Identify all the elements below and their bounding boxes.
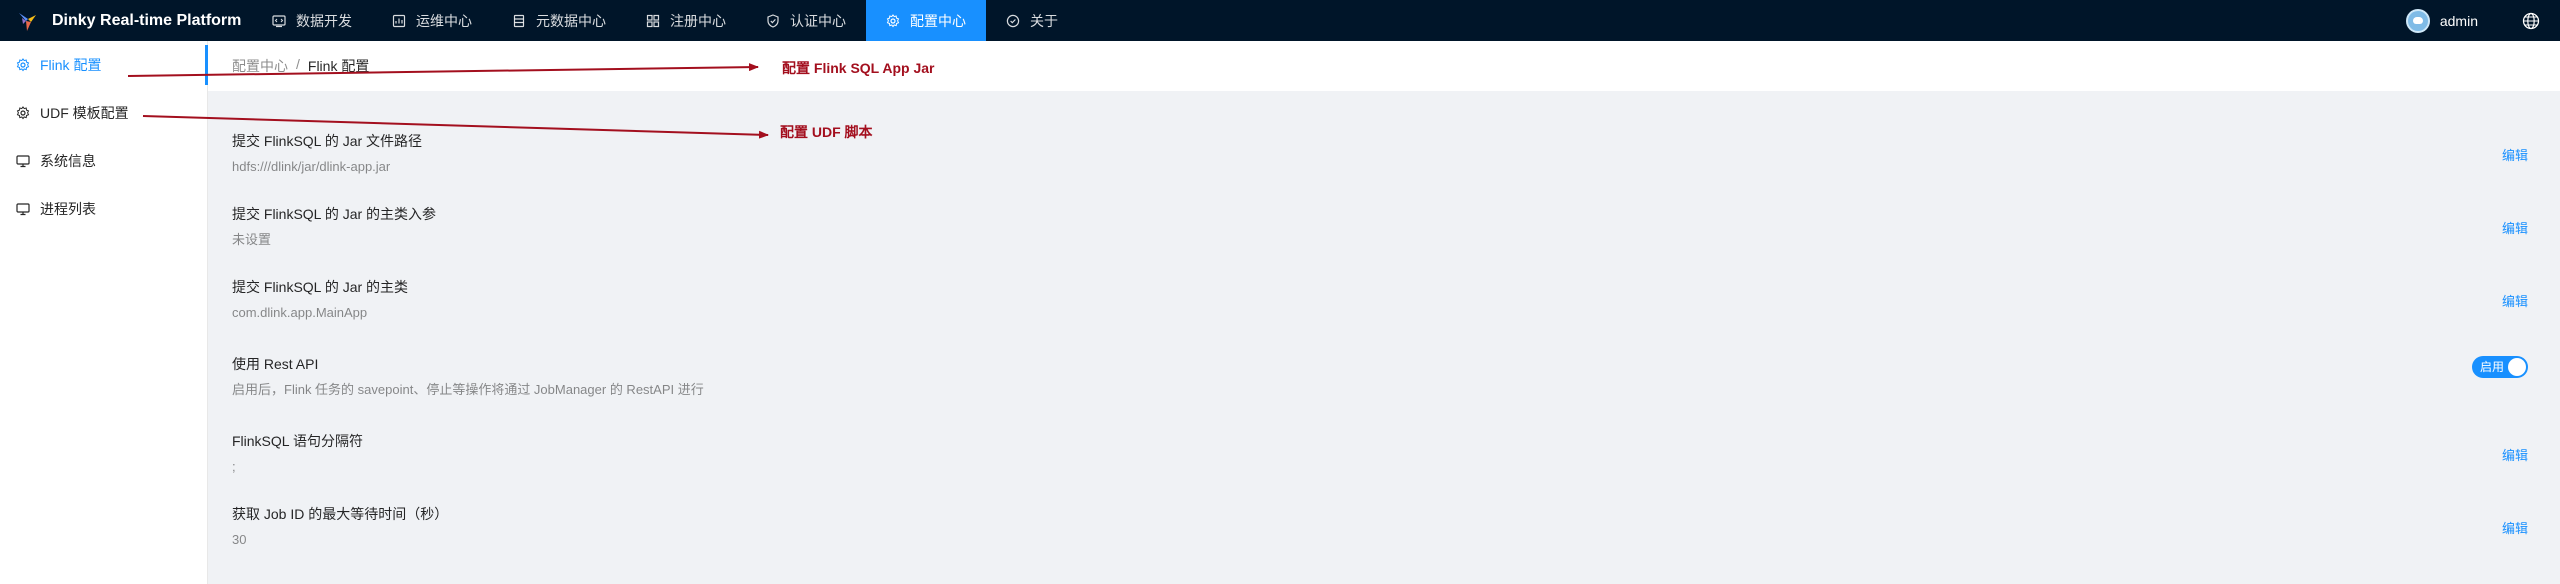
breadcrumb: 配置中心 / Flink 配置 <box>208 41 2560 91</box>
monitor-icon <box>16 203 30 216</box>
setting-description: 启用后，Flink 任务的 savepoint、停止等操作将通过 JobMana… <box>232 382 704 397</box>
nav-item-label: 关于 <box>1030 12 1058 29</box>
setting-title: 提交 FlinkSQL 的 Jar 的主类 <box>232 279 409 295</box>
gear-icon <box>886 13 900 27</box>
app-logo[interactable]: Dinky Real-time Platform <box>0 0 252 41</box>
toggle-knob <box>2508 358 2526 376</box>
nav-item-label: 注册中心 <box>670 12 726 29</box>
hummingbird-logo-icon <box>19 12 36 31</box>
setting-row-rest-api: 使用 Rest API 启用后，Flink 任务的 savepoint、停止等操… <box>232 354 2528 400</box>
setting-value: 30 <box>232 532 247 547</box>
gear-icon <box>16 106 30 120</box>
sidebar-item-process-list[interactable]: 进程列表 <box>0 189 207 229</box>
sidebar: Flink 配置 UDF 模板配置 系统信息 进程列表 <box>0 41 208 584</box>
nav-item-about[interactable]: 关于 <box>986 0 1078 41</box>
sidebar-item-udf-template[interactable]: UDF 模板配置 <box>0 93 207 133</box>
edit-button[interactable]: 编辑 <box>2502 145 2528 164</box>
setting-title: FlinkSQL 语句分隔符 <box>232 433 363 449</box>
setting-title: 提交 FlinkSQL 的 Jar 文件路径 <box>232 133 423 149</box>
nav-item-registry-center[interactable]: 注册中心 <box>626 0 746 41</box>
breadcrumb-separator: / <box>296 56 300 72</box>
setting-title: 使用 Rest API <box>232 356 319 372</box>
monitor-icon <box>16 155 30 168</box>
toggle-label: 启用 <box>2480 360 2505 374</box>
avatar-figure-icon <box>2412 17 2423 24</box>
nav-item-config-center[interactable]: 配置中心 <box>866 0 986 41</box>
sidebar-item-label: 进程列表 <box>40 201 96 217</box>
registry-icon <box>646 14 660 27</box>
setting-title: 获取 Job ID 的最大等待时间（秒） <box>232 506 449 522</box>
edit-button[interactable]: 编辑 <box>2502 518 2528 537</box>
setting-title: 提交 FlinkSQL 的 Jar 的主类入参 <box>232 206 437 222</box>
language-globe-icon[interactable] <box>2522 12 2540 30</box>
sidebar-item-label: 系统信息 <box>40 153 96 169</box>
nav-item-label: 认证中心 <box>790 12 846 29</box>
database-icon <box>513 14 525 27</box>
edit-button[interactable]: 编辑 <box>2502 218 2528 237</box>
edit-button[interactable]: 编辑 <box>2502 291 2528 310</box>
settings-list: 提交 FlinkSQL 的 Jar 文件路径 hdfs:///dlink/jar… <box>208 91 2560 584</box>
edit-button[interactable]: 编辑 <box>2502 445 2528 464</box>
nav-item-auth-center[interactable]: 认证中心 <box>746 0 866 41</box>
setting-row-jar-path: 提交 FlinkSQL 的 Jar 文件路径 hdfs:///dlink/jar… <box>232 131 2528 177</box>
nav-item-data-dev[interactable]: 数据开发 <box>252 0 372 41</box>
rest-api-toggle[interactable]: 启用 <box>2472 356 2528 378</box>
nav-item-label: 配置中心 <box>910 12 966 29</box>
sidebar-item-flink-config[interactable]: Flink 配置 <box>0 45 208 85</box>
avatar[interactable] <box>2405 8 2430 33</box>
nav-item-ops-center[interactable]: 运维中心 <box>372 0 492 41</box>
sidebar-item-label: Flink 配置 <box>40 57 102 73</box>
main-nav: 数据开发 运维中心 元数据中心 注册中心 认证中心 配置中心 关于 <box>252 0 1078 41</box>
nav-item-label: 运维中心 <box>416 12 472 29</box>
app-title: Dinky Real-time Platform <box>52 11 242 29</box>
annotation-label-udf: 配置 UDF 脚本 <box>780 124 873 140</box>
setting-row-sql-separator: FlinkSQL 语句分隔符 ; 编辑 <box>232 431 2528 477</box>
breadcrumb-parent[interactable]: 配置中心 <box>232 56 288 76</box>
user-name[interactable]: admin <box>2440 13 2478 29</box>
setting-row-jar-main-class: 提交 FlinkSQL 的 Jar 的主类 com.dlink.app.Main… <box>232 277 2528 323</box>
ops-icon <box>392 14 406 27</box>
shield-icon <box>767 13 779 28</box>
setting-value: ; <box>232 459 236 474</box>
nav-item-label: 数据开发 <box>296 12 352 29</box>
breadcrumb-current: Flink 配置 <box>307 58 370 74</box>
sidebar-item-system-info[interactable]: 系统信息 <box>0 141 207 181</box>
top-header: Dinky Real-time Platform 数据开发 运维中心 元数据中心… <box>0 0 2560 41</box>
gear-icon <box>16 58 30 72</box>
setting-row-jar-main-args: 提交 FlinkSQL 的 Jar 的主类入参 未设置 编辑 <box>232 204 2528 250</box>
setting-value: com.dlink.app.MainApp <box>232 305 368 320</box>
code-icon <box>272 14 286 27</box>
setting-row-job-id-wait: 获取 Job ID 的最大等待时间（秒） 30 编辑 <box>232 504 2528 550</box>
nav-item-metadata-center[interactable]: 元数据中心 <box>492 0 626 41</box>
sidebar-item-label: UDF 模板配置 <box>40 105 129 121</box>
setting-value: hdfs:///dlink/jar/dlink-app.jar <box>232 159 391 174</box>
info-icon <box>1006 14 1020 27</box>
annotation-label-flink-jar: 配置 Flink SQL App Jar <box>782 60 935 76</box>
setting-value: 未设置 <box>232 232 272 247</box>
nav-item-label: 元数据中心 <box>536 12 606 29</box>
